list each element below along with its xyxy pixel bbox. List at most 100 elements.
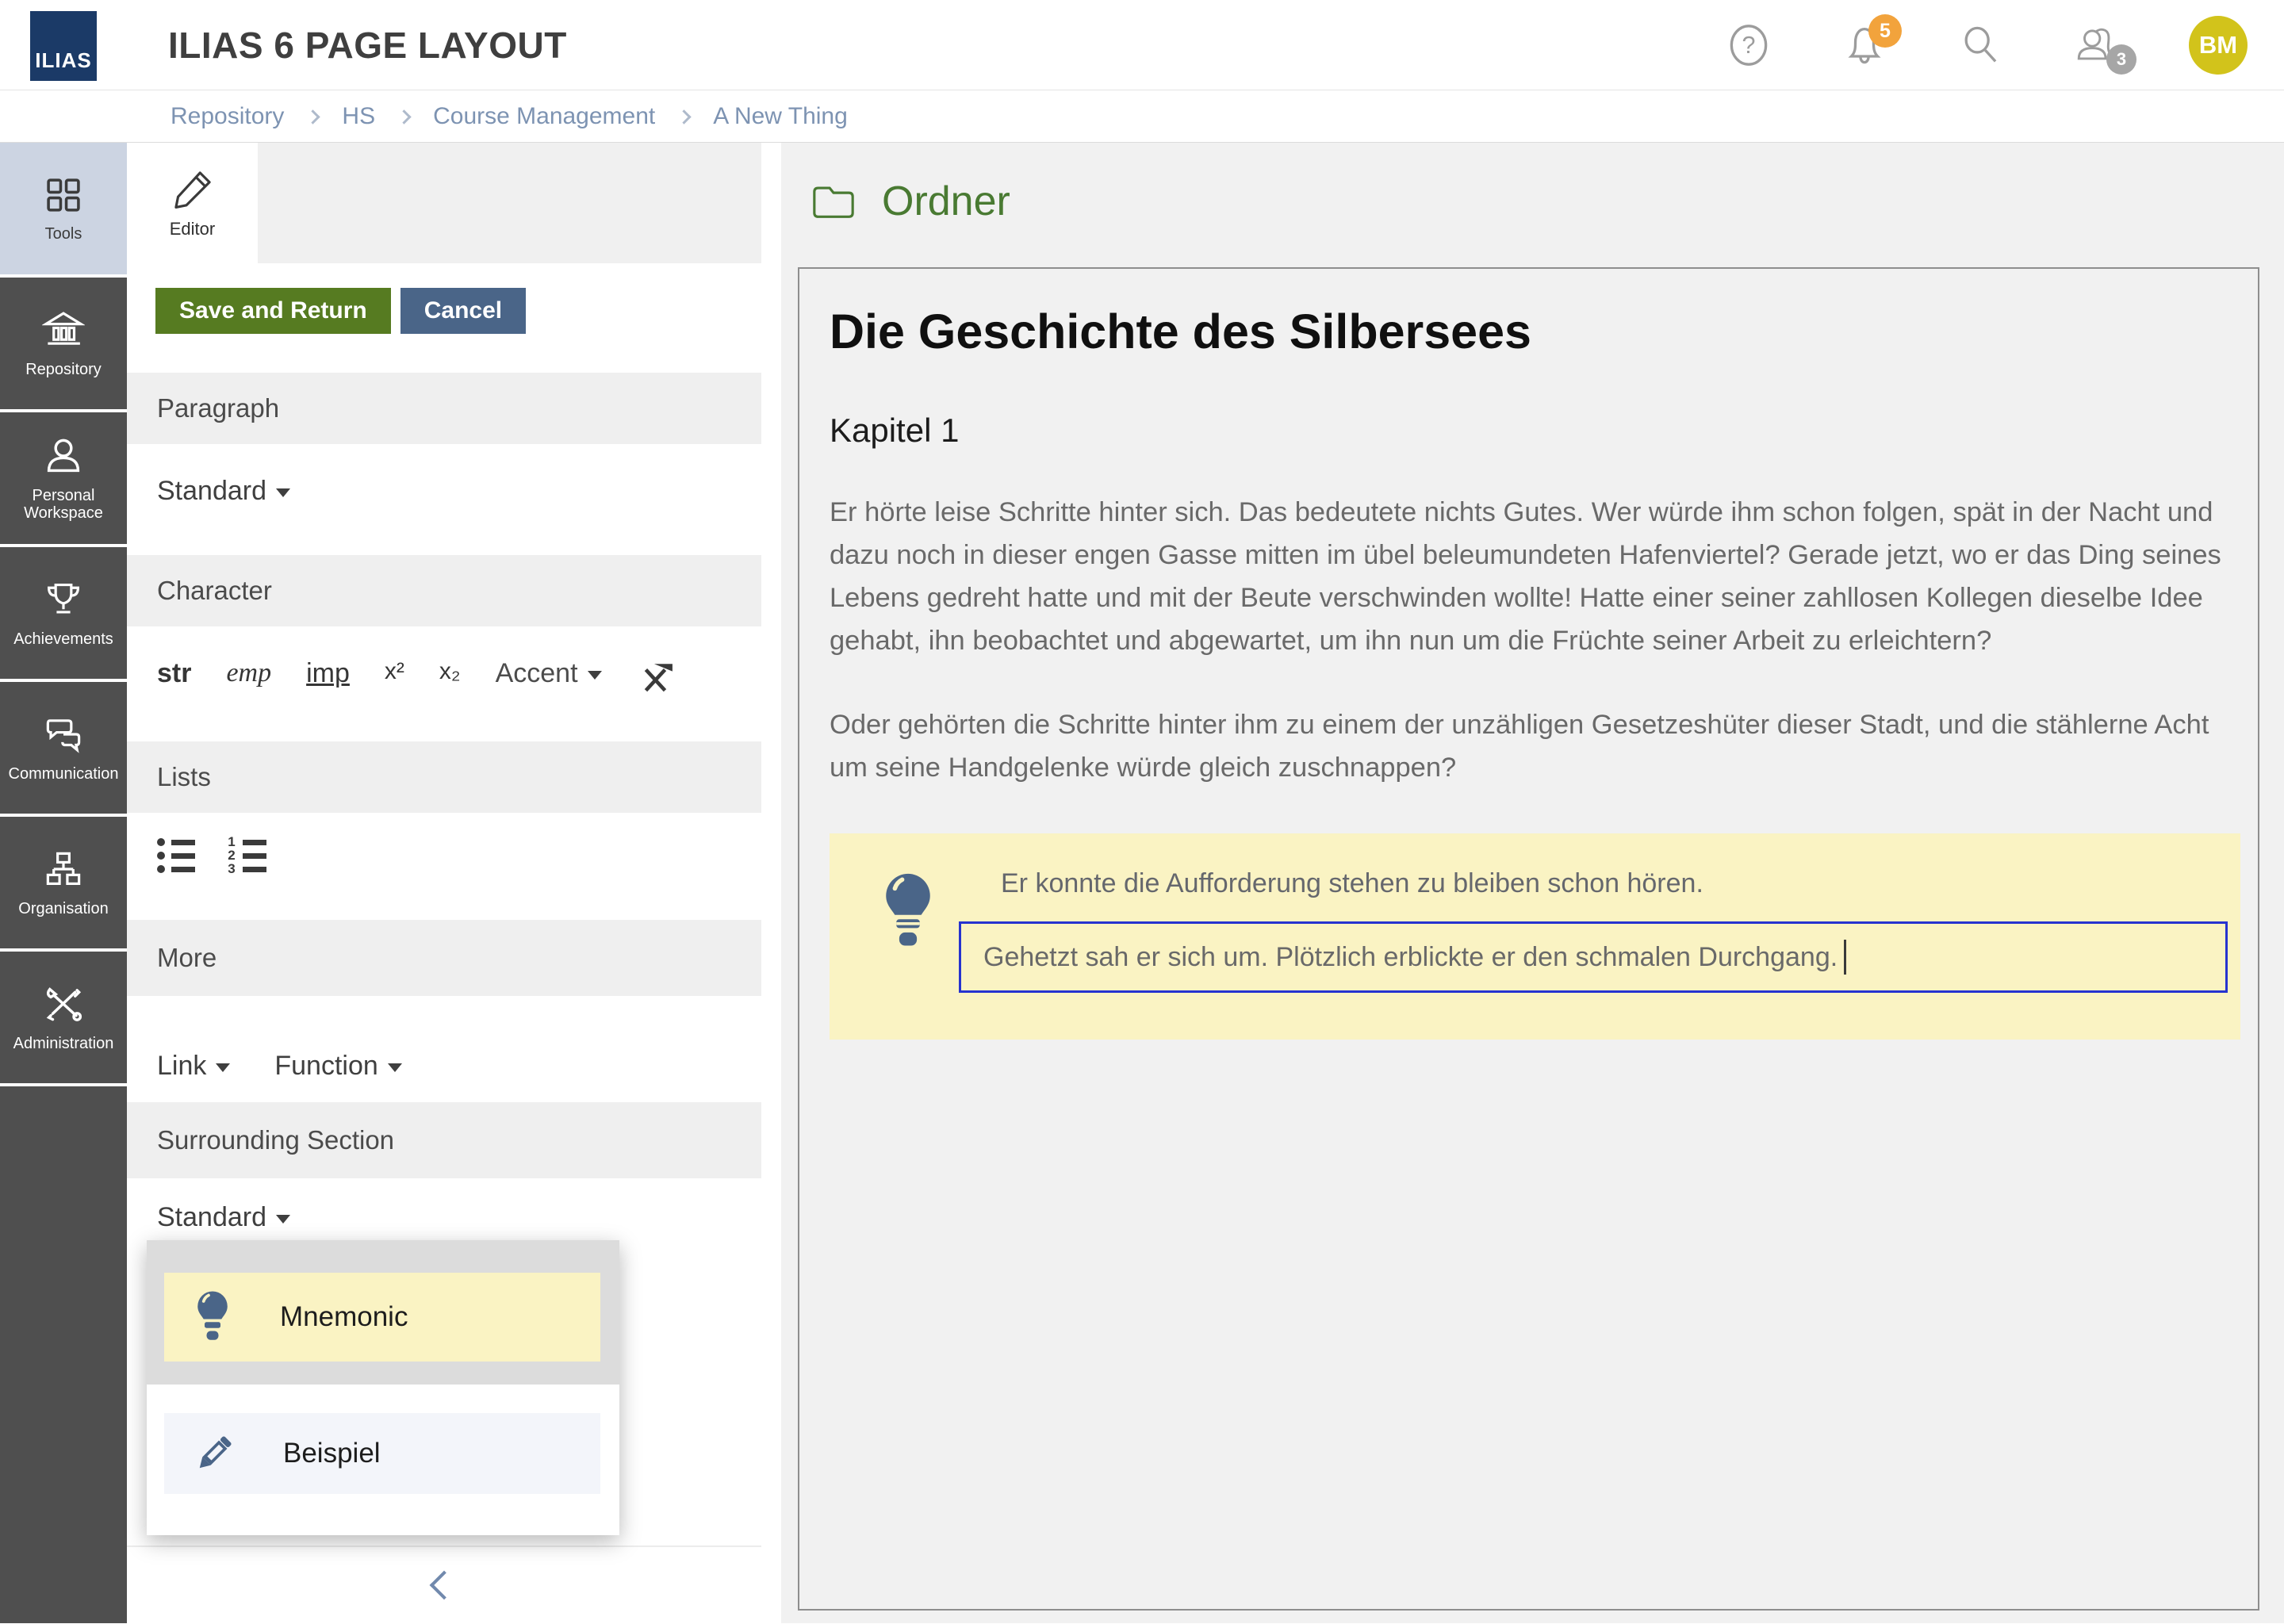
pencil-icon: [193, 1432, 236, 1475]
chevron-right-icon: [397, 109, 411, 124]
sidebar-item-communication[interactable]: Communication: [0, 682, 127, 814]
save-and-return-button[interactable]: Save and Return: [155, 288, 391, 334]
document-paragraph[interactable]: Er hörte leise Schritte hinter sich. Das…: [830, 491, 2240, 662]
grid-icon: [43, 174, 84, 216]
object-type-label: Ordner: [882, 178, 1010, 225]
chevron-down-icon: [388, 1063, 402, 1072]
menu-option-wrapper: Mnemonic: [147, 1240, 619, 1385]
ilias-app: ILIAS ILIAS 6 PAGE LAYOUT ? 5: [0, 0, 2284, 1624]
breadcrumb-a-new-thing[interactable]: A New Thing: [713, 103, 848, 130]
workspace: Ordner Die Geschichte des Silbersees Kap…: [781, 143, 2284, 1623]
superscript-button[interactable]: x²: [385, 658, 404, 685]
contacts-button[interactable]: 3: [2073, 22, 2119, 68]
important-button[interactable]: imp: [306, 658, 350, 689]
mnemonic-section: Er konnte die Aufforderung stehen zu ble…: [830, 833, 2240, 1040]
help-icon: ?: [1726, 23, 1771, 67]
editor-tab-label: Editor: [170, 219, 215, 239]
lightbulb-icon: [879, 868, 937, 956]
chevron-down-icon: [276, 488, 290, 497]
help-button[interactable]: ?: [1726, 22, 1772, 68]
svg-text:?: ?: [1742, 32, 1756, 59]
document-paragraph[interactable]: Oder gehörten die Schritte hinter ihm zu…: [830, 703, 2240, 789]
subscript-button[interactable]: x₂: [439, 658, 461, 685]
editor-actions: Save and Return Cancel: [127, 263, 761, 373]
document-title: Die Geschichte des Silbersees: [830, 304, 2240, 359]
crossed-tools-icon: [42, 982, 85, 1025]
main-menu-rail: Tools Repository Personal Workspace: [0, 143, 127, 1623]
rail-filler: [0, 1086, 127, 1623]
function-dropdown[interactable]: Function: [274, 1029, 401, 1102]
menu-option-beispiel[interactable]: Beispiel: [164, 1413, 600, 1494]
clear-format-icon: [638, 659, 674, 695]
strong-button[interactable]: str: [157, 658, 191, 689]
cancel-button[interactable]: Cancel: [400, 288, 526, 334]
tab-editor[interactable]: Editor: [127, 143, 258, 263]
page-title: ILIAS 6 PAGE LAYOUT: [168, 24, 567, 67]
breadcrumb: Repository HS Course Management A New Th…: [0, 90, 2284, 143]
text-cursor: [1844, 940, 1846, 975]
lightbulb-icon: [193, 1289, 232, 1345]
page-content-box[interactable]: Die Geschichte des Silbersees Kapitel 1 …: [798, 267, 2259, 1611]
mnemonic-line[interactable]: Er konnte die Aufforderung stehen zu ble…: [1001, 868, 2240, 899]
chevron-down-icon: [216, 1063, 230, 1072]
header-actions: ? 5: [1726, 0, 2248, 90]
collapse-panel-button[interactable]: [430, 1571, 459, 1600]
editor-slate: Editor Save and Return Cancel Paragraph …: [127, 143, 761, 1623]
chat-icon: [42, 713, 85, 756]
chevron-right-icon: [306, 109, 320, 124]
clear-format-button[interactable]: [637, 658, 675, 696]
sidebar-item-organisation[interactable]: Organisation: [0, 817, 127, 948]
lists-row: 1 2 3: [127, 813, 761, 920]
chevron-down-icon: [588, 671, 602, 680]
link-dropdown[interactable]: Link: [157, 1029, 230, 1102]
emphasis-button[interactable]: emp: [226, 658, 271, 688]
section-more-header: More: [127, 920, 761, 996]
object-header: Ordner: [781, 143, 2284, 225]
character-format-row: str emp imp x² x₂ Accent: [127, 626, 761, 741]
surrounding-style-dropdown[interactable]: Standard: [157, 1202, 290, 1233]
pencil-icon: [170, 167, 216, 213]
section-character-header: Character: [127, 555, 761, 626]
sidebar-item-administration[interactable]: Administration: [0, 952, 127, 1083]
paragraph-style-dropdown[interactable]: Standard: [157, 476, 290, 507]
sidebar-item-repository[interactable]: Repository: [0, 278, 127, 409]
bullet-list-button[interactable]: [157, 835, 195, 920]
numbered-list-button[interactable]: 1 2 3: [227, 835, 266, 920]
more-row: Link Function: [127, 996, 761, 1102]
contacts-badge: 3: [2106, 44, 2136, 75]
inline-edit-field[interactable]: Gehetzt sah er sich um. Plötzlich erblic…: [959, 921, 2228, 993]
menu-option-mnemonic[interactable]: Mnemonic: [164, 1273, 600, 1362]
trophy-icon: [42, 578, 85, 621]
section-lists-header: Lists: [127, 741, 761, 813]
notifications-button[interactable]: 5: [1841, 22, 1887, 68]
panel-divider: [761, 143, 781, 1623]
breadcrumb-repository[interactable]: Repository: [171, 103, 284, 130]
document-subtitle: Kapitel 1: [830, 412, 2240, 450]
section-surrounding-header: Surrounding Section: [127, 1102, 761, 1178]
breadcrumb-hs[interactable]: HS: [342, 103, 375, 130]
person-icon: [42, 435, 85, 477]
surrounding-style-menu: Mnemonic Beispiel: [147, 1240, 619, 1535]
sidebar-item-achievements[interactable]: Achievements: [0, 547, 127, 679]
chevron-down-icon: [276, 1215, 290, 1224]
panel-footer: [127, 1545, 761, 1623]
section-paragraph-header: Paragraph: [127, 373, 761, 444]
breadcrumb-course-management[interactable]: Course Management: [433, 103, 655, 130]
notification-badge: 5: [1868, 14, 1902, 48]
ilias-logo[interactable]: ILIAS: [30, 11, 97, 81]
ilias-logo-text: ILIAS: [35, 48, 91, 73]
chevron-right-icon: [677, 109, 692, 124]
orgchart-icon: [42, 848, 85, 891]
top-header: ILIAS ILIAS 6 PAGE LAYOUT ? 5: [0, 0, 2284, 90]
paragraph-style-row: Standard: [127, 444, 761, 555]
sidebar-item-personal-workspace[interactable]: Personal Workspace: [0, 412, 127, 544]
editor-tab-strip: Editor: [127, 143, 761, 263]
folder-icon: [811, 182, 856, 221]
accent-dropdown[interactable]: Accent: [496, 658, 602, 689]
edit-field-text: Gehetzt sah er sich um. Plötzlich erblic…: [983, 942, 1838, 973]
search-button[interactable]: [1957, 22, 2003, 68]
content-row: Tools Repository Personal Workspace: [0, 143, 2284, 1623]
avatar[interactable]: BM: [2189, 16, 2248, 75]
sidebar-item-tools[interactable]: Tools: [0, 143, 127, 274]
bank-icon: [42, 308, 85, 351]
